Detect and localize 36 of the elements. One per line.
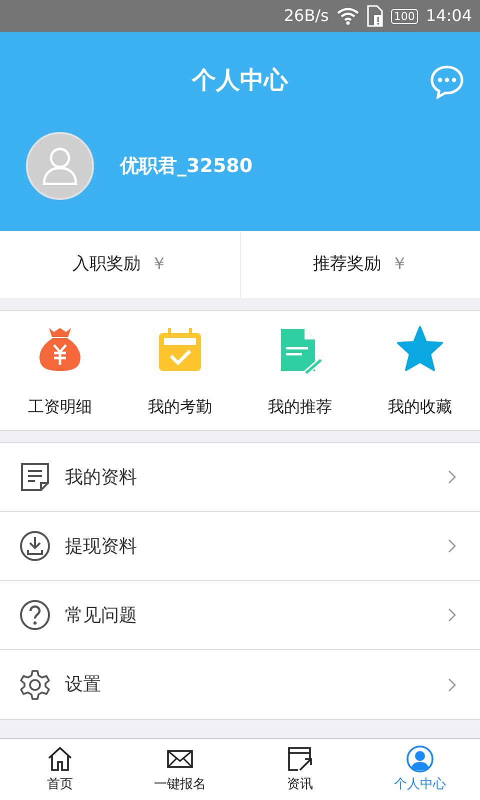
person-circle-icon xyxy=(406,744,434,773)
person-icon xyxy=(42,147,78,185)
menu-item[interactable]: 常见问题 xyxy=(0,581,480,650)
shortcut-button[interactable]: 我的推荐 xyxy=(240,311,360,430)
shortcut-button[interactable]: 我的考勤 xyxy=(120,311,240,430)
shortcut-button[interactable]: 我的收藏 xyxy=(360,311,480,430)
chevron-right-icon xyxy=(448,678,456,692)
menu-item[interactable]: 提现资料 xyxy=(0,512,480,581)
profile-document-icon xyxy=(19,461,51,493)
tab-button[interactable]: 一键报名 xyxy=(120,739,240,800)
username: 优职君_32580 xyxy=(120,154,253,179)
chat-icon[interactable] xyxy=(429,64,465,100)
window-arrow-icon xyxy=(286,744,314,773)
currency-sign: ￥ xyxy=(390,252,408,276)
reward-label: 入职奖励 xyxy=(72,252,140,276)
chevron-right-icon xyxy=(448,608,456,622)
tab-button[interactable]: 首页 xyxy=(0,739,120,800)
menu-item[interactable]: 我的资料 xyxy=(0,443,480,512)
download-icon xyxy=(19,530,51,562)
network-speed: 26B/s xyxy=(284,5,329,27)
battery-level: 100 xyxy=(390,8,418,24)
status-time: 14:04 xyxy=(426,5,472,27)
tab-button[interactable]: 资讯 xyxy=(240,739,360,800)
sim-card-icon xyxy=(366,5,383,27)
house-icon xyxy=(46,744,74,773)
chevron-right-icon xyxy=(448,470,456,484)
shortcut-button[interactable]: 工资明细 xyxy=(0,311,120,430)
question-icon xyxy=(19,599,51,631)
settings-icon xyxy=(19,668,51,700)
page-title: 个人中心 xyxy=(190,65,290,96)
chevron-right-icon xyxy=(448,539,456,553)
currency-sign: ￥ xyxy=(150,252,168,276)
reward-label: 推荐奖励 xyxy=(312,252,381,276)
menu-item[interactable]: 设置 xyxy=(0,650,480,719)
tab-button[interactable]: 个人中心 xyxy=(360,739,480,800)
wifi-icon xyxy=(336,7,359,25)
